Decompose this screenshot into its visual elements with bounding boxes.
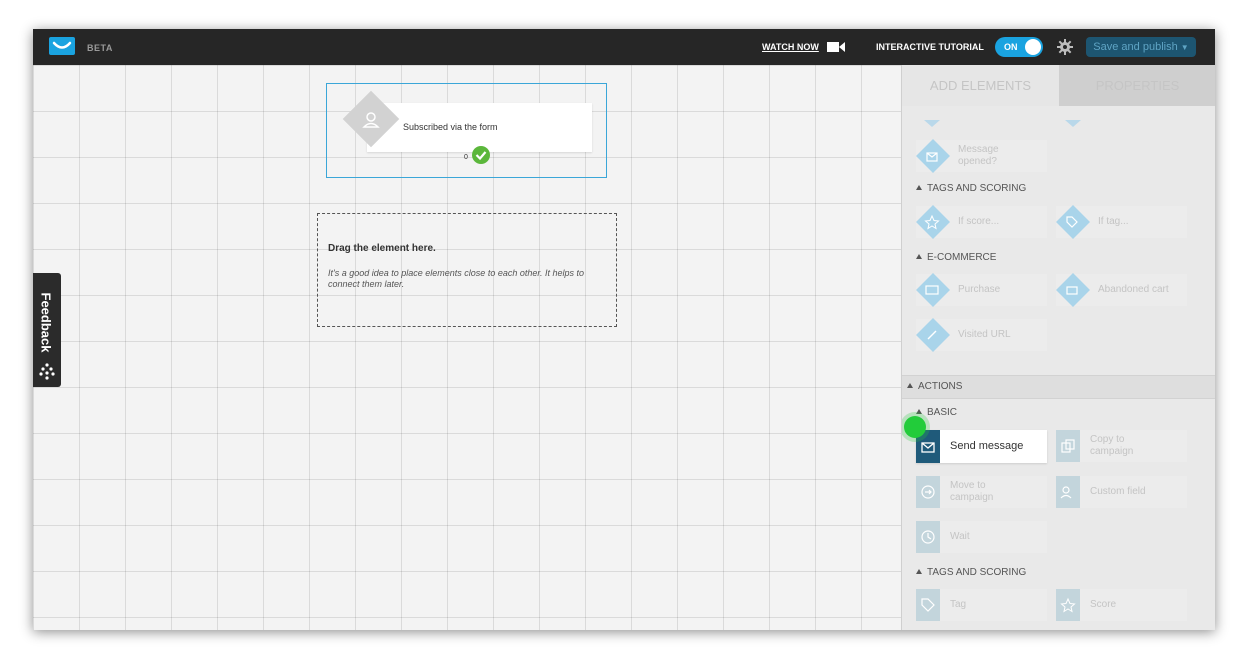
copy-icon [1061, 439, 1075, 453]
collapse-triangle-icon [907, 383, 913, 388]
logo-icon[interactable] [49, 37, 75, 55]
tab-properties[interactable]: PROPERTIES [1059, 65, 1215, 106]
element-label: Message opened? [958, 144, 999, 167]
drop-zone-title: Drag the element here. [328, 243, 436, 254]
check-circle-icon[interactable] [472, 146, 490, 164]
element-label: Move to campaign [950, 480, 994, 503]
element-visited-url[interactable]: Visited URL [916, 318, 1047, 352]
caret-down-icon [924, 120, 940, 127]
save-and-publish-label: Save and publish [1093, 41, 1178, 53]
tutorial-toggle[interactable]: ON [995, 37, 1043, 57]
node-label: Subscribed via the form [403, 122, 498, 132]
star-icon [1060, 597, 1076, 613]
collapse-triangle-icon [916, 254, 922, 259]
actions-header: ACTIONS [907, 381, 962, 392]
element-score[interactable]: Score [1056, 589, 1187, 621]
feedback-dots-icon [39, 363, 55, 380]
link-icon [927, 330, 937, 340]
envelope-icon [921, 442, 935, 453]
selected-node-frame[interactable]: Subscribed via the form 0 [326, 83, 607, 178]
collapse-triangle-icon [916, 409, 922, 414]
user-field-icon [1060, 486, 1072, 499]
element-if-score[interactable]: If score... [916, 205, 1047, 239]
element-label: Visited URL [958, 329, 1011, 340]
element-label: Score [1090, 599, 1117, 610]
section-tags-scoring-conditions[interactable]: TAGS AND SCORING [916, 183, 1026, 194]
app-window: BETA WATCH NOW INTERACTIVE TUTORIAL ON S… [33, 29, 1215, 630]
save-and-publish-button[interactable]: Save and publish ▼ [1086, 37, 1196, 57]
toggle-knob [1025, 39, 1041, 55]
person-icon [362, 112, 380, 128]
caret-down-icon [1065, 120, 1081, 127]
collapse-triangle-icon [916, 185, 922, 190]
section-actions[interactable]: ACTIONS [902, 375, 1215, 399]
element-label: Custom field [1090, 486, 1146, 497]
element-if-tag[interactable]: If tag... [1056, 205, 1187, 239]
element-label: If score... [958, 216, 1000, 227]
section-label: BASIC [927, 407, 958, 418]
workflow-canvas[interactable]: Subscribed via the form 0 Drag the eleme… [33, 65, 901, 630]
caret-down-icon: ▼ [1180, 43, 1189, 52]
element-copy-to-campaign[interactable]: Copy to campaign [1056, 430, 1187, 462]
element-label: Copy to campaign [1090, 434, 1134, 457]
section-label: TAGS AND SCORING [927, 567, 1027, 578]
cart-icon [1066, 286, 1078, 295]
arrow-circle-icon [921, 485, 935, 499]
feedback-label: Feedback [38, 292, 54, 353]
star-icon [924, 214, 940, 230]
node-count: 0 [464, 154, 468, 161]
tag-icon [1066, 216, 1078, 228]
section-label: ACTIONS [918, 381, 963, 392]
element-label: Send message [950, 440, 1024, 452]
toggle-state-label: ON [1004, 42, 1018, 52]
element-label: Wait [950, 531, 970, 542]
element-label: Tag [950, 599, 967, 610]
drop-zone-hint: It's a good idea to place elements close… [328, 268, 585, 289]
tab-add-elements[interactable]: ADD ELEMENTS [902, 65, 1059, 106]
section-label: E-COMMERCE [927, 252, 997, 263]
element-label: Purchase [958, 284, 1001, 295]
element-send-message[interactable]: Send message [916, 430, 1047, 463]
watch-now-link[interactable]: WATCH NOW [762, 42, 819, 52]
collapse-triangle-icon [916, 569, 922, 574]
beta-label: BETA [87, 43, 113, 53]
feedback-tab[interactable]: Feedback [33, 273, 61, 387]
section-basic[interactable]: BASIC [916, 407, 957, 418]
elements-panel: ADD ELEMENTS PROPERTIES Message opened? … [901, 65, 1215, 630]
section-ecommerce[interactable]: E-COMMERCE [916, 252, 996, 263]
tutorial-hotspot-dot[interactable] [904, 416, 926, 438]
section-label: TAGS AND SCORING [927, 183, 1027, 194]
element-label: If tag... [1098, 216, 1129, 227]
drop-zone[interactable]: Drag the element here. It's a good idea … [317, 213, 617, 327]
tag-icon [921, 598, 935, 612]
credit-card-icon [925, 285, 939, 295]
section-tags-scoring-actions[interactable]: TAGS AND SCORING [916, 567, 1026, 578]
element-move-to-campaign[interactable]: Move to campaign [916, 476, 1047, 508]
element-abandoned-cart[interactable]: Abandoned cart [1056, 273, 1187, 307]
element-custom-field[interactable]: Custom field [1056, 476, 1187, 508]
element-tag[interactable]: Tag [916, 589, 1047, 621]
gear-icon[interactable] [1057, 39, 1073, 55]
element-label: Abandoned cart [1098, 284, 1169, 295]
element-wait[interactable]: Wait [916, 521, 1047, 553]
clock-icon [921, 530, 935, 544]
element-message-opened[interactable]: Message opened? [916, 139, 1047, 173]
envelope-open-icon [926, 152, 938, 162]
interactive-tutorial-label: INTERACTIVE TUTORIAL [876, 42, 984, 52]
element-purchase[interactable]: Purchase [916, 273, 1047, 307]
top-bar: BETA WATCH NOW INTERACTIVE TUTORIAL ON S… [33, 29, 1215, 65]
video-camera-icon[interactable] [827, 41, 845, 53]
